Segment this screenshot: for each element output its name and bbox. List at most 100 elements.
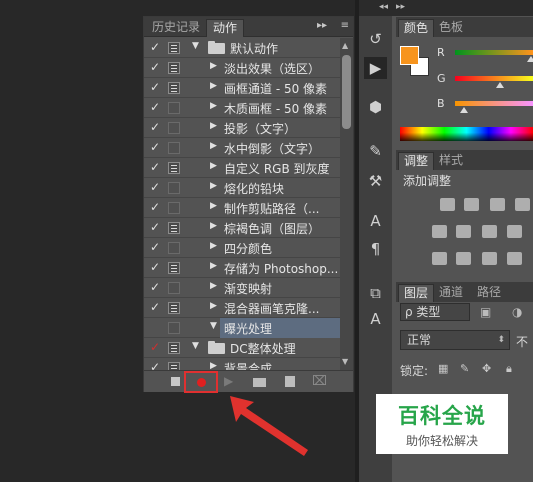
- tab-history[interactable]: 历史记录: [146, 19, 206, 37]
- expand-right-icon[interactable]: ▶: [210, 101, 217, 111]
- action-row[interactable]: ▼ 曝光处理: [144, 318, 340, 338]
- checkmark-icon[interactable]: ✓: [148, 200, 162, 214]
- dialog-toggle-icon[interactable]: [168, 362, 180, 370]
- dialog-toggle-icon[interactable]: [168, 142, 180, 154]
- expand-right-icon[interactable]: ▶: [210, 81, 217, 91]
- foreground-color-swatch[interactable]: [400, 46, 419, 65]
- checkmark-icon[interactable]: ✓: [148, 240, 162, 254]
- vibrance-icon[interactable]: [432, 225, 447, 238]
- curves-icon[interactable]: [490, 198, 505, 211]
- scrollbar-thumb[interactable]: [342, 55, 351, 129]
- dialog-toggle-icon[interactable]: [168, 222, 180, 234]
- action-row[interactable]: ✓ ▶ 棕褐色调（图层）: [144, 218, 340, 238]
- checkmark-icon[interactable]: ✓: [148, 220, 162, 234]
- expand-arrows-icon[interactable]: ▸▸: [396, 2, 405, 12]
- exposure-icon[interactable]: [515, 198, 530, 211]
- expand-right-icon[interactable]: ▶: [210, 301, 217, 311]
- checkmark-icon[interactable]: ✓: [148, 300, 162, 314]
- dialog-toggle-icon[interactable]: [168, 342, 180, 354]
- action-row[interactable]: ✓ ▶ 投影（文字）: [144, 118, 340, 138]
- action-row[interactable]: ✓ ▶ 水中倒影（文字）: [144, 138, 340, 158]
- dialog-toggle-icon[interactable]: [168, 322, 180, 334]
- image-filter-icon[interactable]: ▣: [480, 305, 491, 319]
- character-icon[interactable]: A: [364, 210, 387, 232]
- paragraph-icon[interactable]: ¶: [364, 238, 387, 260]
- expand-right-icon[interactable]: ▶: [210, 241, 217, 251]
- gradient-map-icon[interactable]: [507, 252, 522, 265]
- new-action-icon[interactable]: [282, 374, 298, 390]
- checkmark-icon[interactable]: ✓: [148, 120, 162, 134]
- checkmark-icon[interactable]: ✓: [148, 360, 162, 370]
- tab-swatches[interactable]: 色板: [434, 19, 468, 37]
- slider-b-knob[interactable]: [459, 107, 468, 113]
- slider-r[interactable]: [455, 50, 533, 55]
- dialog-toggle-icon[interactable]: [168, 42, 180, 54]
- dialog-toggle-icon[interactable]: [168, 262, 180, 274]
- expand-right-icon[interactable]: ▶: [210, 181, 217, 191]
- scroll-up-icon[interactable]: ▲: [342, 41, 348, 50]
- tab-styles[interactable]: 样式: [434, 152, 468, 170]
- tab-layers[interactable]: 图层: [398, 284, 435, 302]
- action-row[interactable]: ✓ ▶ 自定义 RGB 到灰度: [144, 158, 340, 178]
- slider-b[interactable]: [455, 101, 533, 106]
- delete-trash-icon[interactable]: ⌧: [312, 374, 328, 390]
- action-set-row[interactable]: ✓ ▼ DC整体处理: [144, 338, 340, 358]
- brightness-icon[interactable]: [440, 198, 455, 211]
- invert-icon[interactable]: [432, 252, 447, 265]
- expand-right-icon[interactable]: ▶: [210, 161, 217, 171]
- scroll-down-icon[interactable]: ▼: [342, 357, 348, 366]
- checkmark-icon[interactable]: ✓: [148, 140, 162, 154]
- black-white-icon[interactable]: [482, 225, 497, 238]
- expand-right-icon[interactable]: ▶: [210, 361, 217, 370]
- clone-source-icon[interactable]: ⧉: [364, 282, 387, 304]
- 3d-cube-icon[interactable]: ⬢: [364, 96, 387, 118]
- checkmark-icon[interactable]: ✓: [148, 340, 162, 354]
- lock-image-icon[interactable]: ✎: [460, 362, 469, 375]
- expand-down-icon[interactable]: ▼: [210, 321, 217, 331]
- history-brush-icon[interactable]: ↺: [364, 28, 387, 50]
- expand-right-icon[interactable]: ▶: [210, 281, 217, 291]
- checkmark-icon[interactable]: ✓: [148, 60, 162, 74]
- blend-mode-select[interactable]: 正常 ⬍: [400, 330, 510, 350]
- tool-presets-icon[interactable]: ⚒: [364, 170, 387, 192]
- checkmark-icon[interactable]: ✓: [148, 100, 162, 114]
- collapse-arrows-icon[interactable]: ◂◂: [379, 2, 388, 12]
- threshold-icon[interactable]: [482, 252, 497, 265]
- checkmark-icon[interactable]: ✓: [148, 160, 162, 174]
- checkmark-icon[interactable]: ✓: [148, 80, 162, 94]
- forward-arrows-icon[interactable]: ▸▸: [317, 20, 327, 31]
- expand-right-icon[interactable]: ▶: [210, 121, 217, 131]
- slider-g[interactable]: [455, 76, 533, 81]
- photo-filter-icon[interactable]: [507, 225, 522, 238]
- levels-icon[interactable]: [464, 198, 479, 211]
- checkmark-icon[interactable]: ✓: [148, 260, 162, 274]
- new-set-folder-icon[interactable]: [252, 374, 268, 390]
- action-row[interactable]: ✓ ▶ 画框通道 - 50 像素: [144, 78, 340, 98]
- checkmark-icon[interactable]: ✓: [148, 280, 162, 294]
- action-row[interactable]: ✓ ▶ 淡出效果（选区）: [144, 58, 340, 78]
- action-set-row[interactable]: ✓ ▼ 默认动作: [144, 38, 340, 58]
- action-row[interactable]: ✓ ▶ 混合器画笔克隆...: [144, 298, 340, 318]
- dialog-toggle-icon[interactable]: [168, 202, 180, 214]
- dialog-toggle-icon[interactable]: [168, 82, 180, 94]
- dialog-toggle-icon[interactable]: [168, 282, 180, 294]
- adjustment-filter-icon[interactable]: ◑: [512, 305, 522, 319]
- tab-adjustments[interactable]: 调整: [398, 152, 435, 170]
- expand-right-icon[interactable]: ▶: [210, 141, 217, 151]
- checkmark-icon[interactable]: ✓: [148, 180, 162, 194]
- expand-right-icon[interactable]: ▶: [210, 261, 217, 271]
- play-action-icon[interactable]: ▶: [364, 57, 387, 79]
- balance-icon[interactable]: [456, 225, 471, 238]
- collapse-header[interactable]: ◂◂: [359, 0, 392, 16]
- expand-down-icon[interactable]: ▼: [192, 341, 199, 351]
- glyph-style-icon[interactable]: A: [364, 308, 387, 330]
- dialog-toggle-icon[interactable]: [168, 242, 180, 254]
- posterize-icon[interactable]: [456, 252, 471, 265]
- expand-down-icon[interactable]: ▼: [192, 41, 199, 51]
- expand-right-icon[interactable]: ▶: [210, 61, 217, 71]
- expand-right-icon[interactable]: ▶: [210, 201, 217, 211]
- checkmark-icon[interactable]: ✓: [148, 40, 162, 54]
- tab-channels[interactable]: 通道: [434, 284, 468, 302]
- panel-menu-icon[interactable]: ≡: [341, 20, 349, 31]
- dialog-toggle-icon[interactable]: [168, 182, 180, 194]
